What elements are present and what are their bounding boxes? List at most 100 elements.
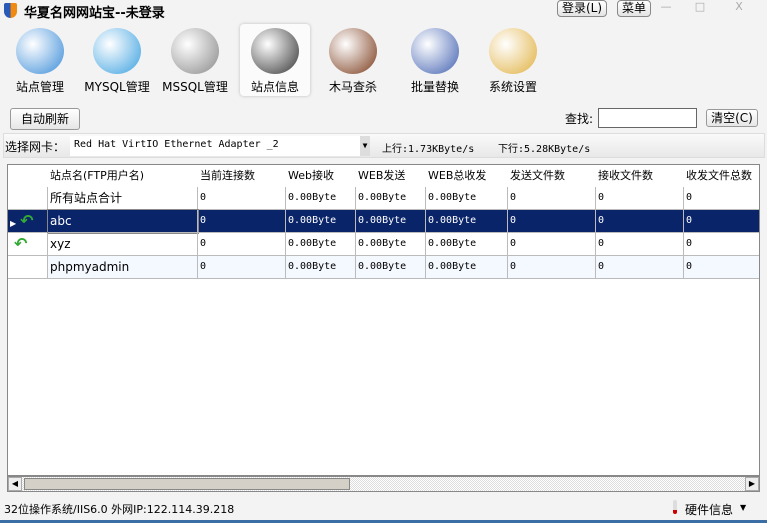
table-cell: 所有站点合计 [48, 187, 198, 210]
tab-1[interactable]: MYSQL管理 [82, 24, 152, 96]
table-cell: 0 [508, 256, 596, 279]
app-logo-icon [4, 3, 17, 18]
table-cell: 0.00Byte [286, 256, 356, 279]
search-label: 查找: [565, 112, 594, 126]
table-row[interactable]: phpmyadmin 0 0.00Byte 0.00Byte 0.00Byte 0 0 0 [8, 256, 759, 279]
table-cell: 0.00Byte [356, 210, 426, 233]
table-cell: 0 [684, 210, 759, 233]
row-header [8, 256, 48, 279]
nic-selected: Red Hat VirtIO Ethernet Adapter _2 [74, 139, 279, 150]
table-cell: 0 [198, 233, 286, 256]
table-cell: 0.00Byte [426, 256, 508, 279]
table-cell: 0 [508, 210, 596, 233]
system-info: 32位操作系统/IIS6.0 外网IP:122.114.39.218 [4, 503, 235, 516]
table-header: 站点名(FTP用户名) 当前连接数 Web接收 WEB发送 WEB总收发 发送文件数 接收文… [8, 165, 759, 187]
tab-2[interactable]: MSSQL管理 [160, 24, 230, 96]
login-button[interactable]: 登录(L) [557, 0, 608, 17]
column-header: Web接收 [288, 169, 334, 182]
column-header: 接收文件数 [598, 169, 653, 182]
tab-label: 批量替换 [410, 80, 459, 94]
close-button[interactable]: X [725, 0, 753, 14]
thermometer-icon [673, 500, 677, 514]
table-cell: 0.00Byte [426, 187, 508, 210]
table-cell: 0.00Byte [356, 233, 426, 256]
site-refresh-icon: ↶ [20, 211, 34, 230]
tab-label: MYSQL管理 [84, 80, 150, 94]
hardware-info-button[interactable]: 硬件信息 [685, 501, 733, 518]
table-cell: 0.00Byte [356, 187, 426, 210]
table-row[interactable]: ↶ xyz 0 0.00Byte 0.00Byte 0.00Byte 0 0 0 [8, 233, 759, 256]
horse-icon [329, 28, 377, 74]
current-row-arrow-icon: ▶ [10, 219, 17, 228]
table-cell: 0 [508, 187, 596, 210]
info-icon [251, 28, 299, 74]
table-cell: 0 [198, 187, 286, 210]
column-header: 当前连接数 [200, 169, 255, 182]
row-header: ▶ ↶ [8, 210, 48, 233]
table-cell: 0 [198, 256, 286, 279]
table-cell: 0 [684, 256, 759, 279]
table-cell: 0 [596, 256, 684, 279]
table-cell: 0.00Byte [286, 233, 356, 256]
horizontal-scrollbar[interactable]: ◀ ▶ [7, 476, 760, 492]
table-cell: 0 [684, 233, 759, 256]
table-cell: 0 [596, 210, 684, 233]
magnifier-pencil-icon [411, 28, 459, 74]
scrollbar-thumb[interactable] [24, 478, 350, 490]
auto-refresh-button[interactable]: 自动刷新 [10, 108, 80, 130]
tab-3[interactable]: 站点信息 [240, 24, 310, 96]
table-cell: 0.00Byte [426, 233, 508, 256]
maximize-button[interactable]: □ [686, 0, 714, 14]
chevron-down-icon[interactable]: ▼ [360, 136, 370, 156]
clear-button[interactable]: 清空(C) [706, 109, 758, 127]
table-cell: 0 [684, 187, 759, 210]
globe-server-icon [16, 28, 64, 74]
dropdown-arrow-icon[interactable]: ▼ [740, 503, 746, 512]
download-speed: 下行:5.28KByte/s [498, 144, 591, 155]
window-title: 华夏名网网站宝--未登录 [24, 6, 165, 21]
column-header: WEB总收发 [428, 169, 487, 182]
tab-4[interactable]: 木马查杀 [318, 24, 388, 96]
scroll-right-icon[interactable]: ▶ [745, 477, 759, 491]
tab-0[interactable]: 站点管理 [5, 24, 75, 96]
table-cell: 0.00Byte [426, 210, 508, 233]
nic-label: 选择网卡： [5, 140, 66, 154]
tab-label: 木马查杀 [328, 80, 377, 94]
menu-button[interactable]: 菜单 [617, 0, 652, 17]
database-icon [171, 28, 219, 74]
upload-speed: 上行:1.73KByte/s [382, 144, 475, 155]
tab-label: 站点管理 [15, 80, 64, 94]
tab-label: 站点信息 [250, 80, 299, 94]
column-header: 站点名(FTP用户名) [50, 169, 145, 182]
site-table: 站点名(FTP用户名) 当前连接数 Web接收 WEB发送 WEB总收发 发送文件数 接收文… [7, 164, 760, 476]
table-cell: phpmyadmin [48, 256, 198, 279]
tab-label: 系统设置 [488, 80, 537, 94]
table-cell: 0.00Byte [286, 210, 356, 233]
table-cell: 0.00Byte [356, 256, 426, 279]
table-cell: 0 [198, 210, 286, 233]
column-header: 发送文件数 [510, 169, 565, 182]
table-row[interactable]: ▶ ↶ abc 0 0.00Byte 0.00Byte 0.00Byte 0 0 0 [8, 209, 759, 234]
site-refresh-icon: ↶ [14, 234, 28, 253]
row-header [8, 187, 48, 210]
settings-tools-icon [489, 28, 537, 74]
search-input[interactable] [598, 108, 697, 128]
table-cell: 0.00Byte [286, 187, 356, 210]
column-header: WEB发送 [358, 169, 406, 182]
tab-5[interactable]: 批量替换 [400, 24, 470, 96]
row-header: ↶ [8, 233, 48, 256]
tab-6[interactable]: 系统设置 [478, 24, 548, 96]
row-header-corner [8, 165, 48, 187]
table-cell: 0 [508, 233, 596, 256]
tab-label: MSSQL管理 [162, 80, 228, 94]
table-cell: abc [47, 209, 199, 234]
minimize-button[interactable]: — [652, 0, 680, 14]
table-row[interactable]: 所有站点合计 0 0.00Byte 0.00Byte 0.00Byte 0 0 0 [8, 187, 759, 210]
table-cell: xyz [48, 233, 198, 256]
table-cell: 0 [596, 233, 684, 256]
table-cell: 0 [596, 187, 684, 210]
scroll-left-icon[interactable]: ◀ [8, 477, 22, 491]
nic-select[interactable]: Red Hat VirtIO Ethernet Adapter _2 ▼ [70, 136, 370, 156]
dolphin-icon [93, 28, 141, 74]
column-header: 收发文件总数 [686, 169, 752, 182]
